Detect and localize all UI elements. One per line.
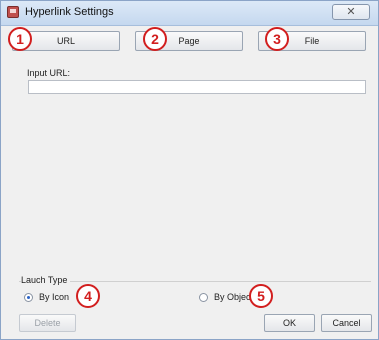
tab-url-label: URL: [56, 36, 75, 46]
content-panel: [19, 101, 371, 273]
url-input[interactable]: [28, 80, 366, 94]
annotation-badge-1: 1: [8, 27, 32, 51]
title-bar[interactable]: Hyperlink Settings ✕: [1, 1, 378, 26]
radio-by-icon-label[interactable]: By Icon: [39, 292, 69, 302]
hyperlink-settings-window: Hyperlink Settings ✕ URL 1 Page 2 File 3…: [0, 0, 379, 340]
launch-type-label: Lauch Type: [21, 275, 71, 285]
delete-button[interactable]: Delete: [19, 314, 76, 332]
annotation-badge-4: 4: [76, 284, 100, 308]
radio-by-object-label[interactable]: By Object: [214, 292, 253, 302]
ok-button[interactable]: OK: [264, 314, 315, 332]
close-button[interactable]: ✕: [332, 4, 370, 20]
radio-by-icon[interactable]: [24, 293, 33, 302]
annotation-badge-5: 5: [249, 284, 273, 308]
tab-file-label: File: [304, 36, 320, 46]
annotation-badge-2: 2: [143, 27, 167, 51]
window-title: Hyperlink Settings: [25, 6, 114, 18]
app-icon: [7, 6, 19, 18]
dialog-client-area: URL 1 Page 2 File 3 Input URL: Lauch Typ…: [8, 27, 372, 333]
tab-page-label: Page: [178, 36, 200, 46]
input-url-label: Input URL:: [27, 68, 71, 78]
annotation-badge-3: 3: [265, 27, 289, 51]
launch-type-group: [19, 281, 371, 307]
radio-by-object[interactable]: [199, 293, 208, 302]
cancel-button[interactable]: Cancel: [321, 314, 372, 332]
